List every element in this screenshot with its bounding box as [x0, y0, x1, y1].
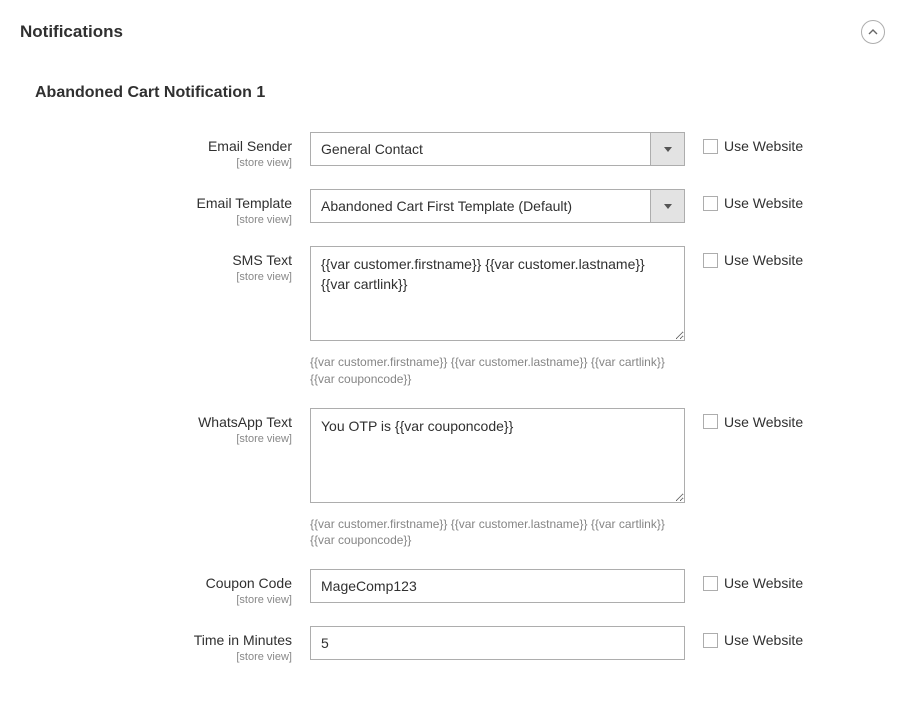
label-text: Email Sender: [208, 138, 292, 154]
use-website-label: Use Website: [724, 632, 803, 648]
section-header: Notifications: [20, 20, 885, 44]
time-minutes-input[interactable]: [310, 626, 685, 660]
caret-down-icon: [664, 204, 672, 209]
coupon-code-input[interactable]: [310, 569, 685, 603]
whatsapp-text-hint: {{var customer.firstname}} {{var custome…: [310, 516, 685, 550]
label-text: WhatsApp Text: [198, 414, 292, 430]
email-template-select[interactable]: Abandoned Cart First Template (Default): [310, 189, 685, 223]
select-value: Abandoned Cart First Template (Default): [311, 190, 650, 222]
row-email-template: Email Template [store view] Abandoned Ca…: [20, 189, 885, 226]
label-text: Email Template: [197, 195, 292, 211]
label-email-sender: Email Sender [store view]: [20, 132, 310, 169]
scope-label: [store view]: [20, 651, 292, 663]
section-title: Notifications: [20, 22, 123, 42]
collapse-button[interactable]: [861, 20, 885, 44]
use-website-checkbox[interactable]: [703, 414, 718, 429]
label-coupon-code: Coupon Code [store view]: [20, 569, 310, 606]
use-website-label: Use Website: [724, 575, 803, 591]
label-text: SMS Text: [232, 252, 292, 268]
select-dropdown-button[interactable]: [650, 133, 684, 165]
sms-text-hint: {{var customer.firstname}} {{var custome…: [310, 354, 685, 388]
row-coupon-code: Coupon Code [store view] Use Website: [20, 569, 885, 606]
label-sms-text: SMS Text [store view]: [20, 246, 310, 283]
scope-label: [store view]: [20, 594, 292, 606]
caret-down-icon: [664, 147, 672, 152]
label-whatsapp-text: WhatsApp Text [store view]: [20, 408, 310, 445]
use-website-checkbox[interactable]: [703, 139, 718, 154]
use-website-label: Use Website: [724, 414, 803, 430]
label-text: Time in Minutes: [194, 632, 292, 648]
sms-text-input[interactable]: [310, 246, 685, 341]
chevron-up-icon: [868, 29, 878, 35]
scope-label: [store view]: [20, 214, 292, 226]
label-email-template: Email Template [store view]: [20, 189, 310, 226]
row-whatsapp-text: WhatsApp Text [store view] {{var custome…: [20, 408, 885, 550]
row-time-minutes: Time in Minutes [store view] Use Website: [20, 626, 885, 663]
row-sms-text: SMS Text [store view] {{var customer.fir…: [20, 246, 885, 388]
label-text: Coupon Code: [206, 575, 292, 591]
subsection-title: Abandoned Cart Notification 1: [35, 84, 885, 102]
use-website-checkbox[interactable]: [703, 196, 718, 211]
whatsapp-text-input[interactable]: [310, 408, 685, 503]
row-email-sender: Email Sender [store view] General Contac…: [20, 132, 885, 169]
use-website-checkbox[interactable]: [703, 253, 718, 268]
scope-label: [store view]: [20, 271, 292, 283]
use-website-checkbox[interactable]: [703, 633, 718, 648]
email-sender-select[interactable]: General Contact: [310, 132, 685, 166]
scope-label: [store view]: [20, 157, 292, 169]
select-dropdown-button[interactable]: [650, 190, 684, 222]
use-website-checkbox[interactable]: [703, 576, 718, 591]
scope-label: [store view]: [20, 433, 292, 445]
use-website-label: Use Website: [724, 195, 803, 211]
select-value: General Contact: [311, 133, 650, 165]
label-time-minutes: Time in Minutes [store view]: [20, 626, 310, 663]
use-website-label: Use Website: [724, 252, 803, 268]
use-website-label: Use Website: [724, 138, 803, 154]
